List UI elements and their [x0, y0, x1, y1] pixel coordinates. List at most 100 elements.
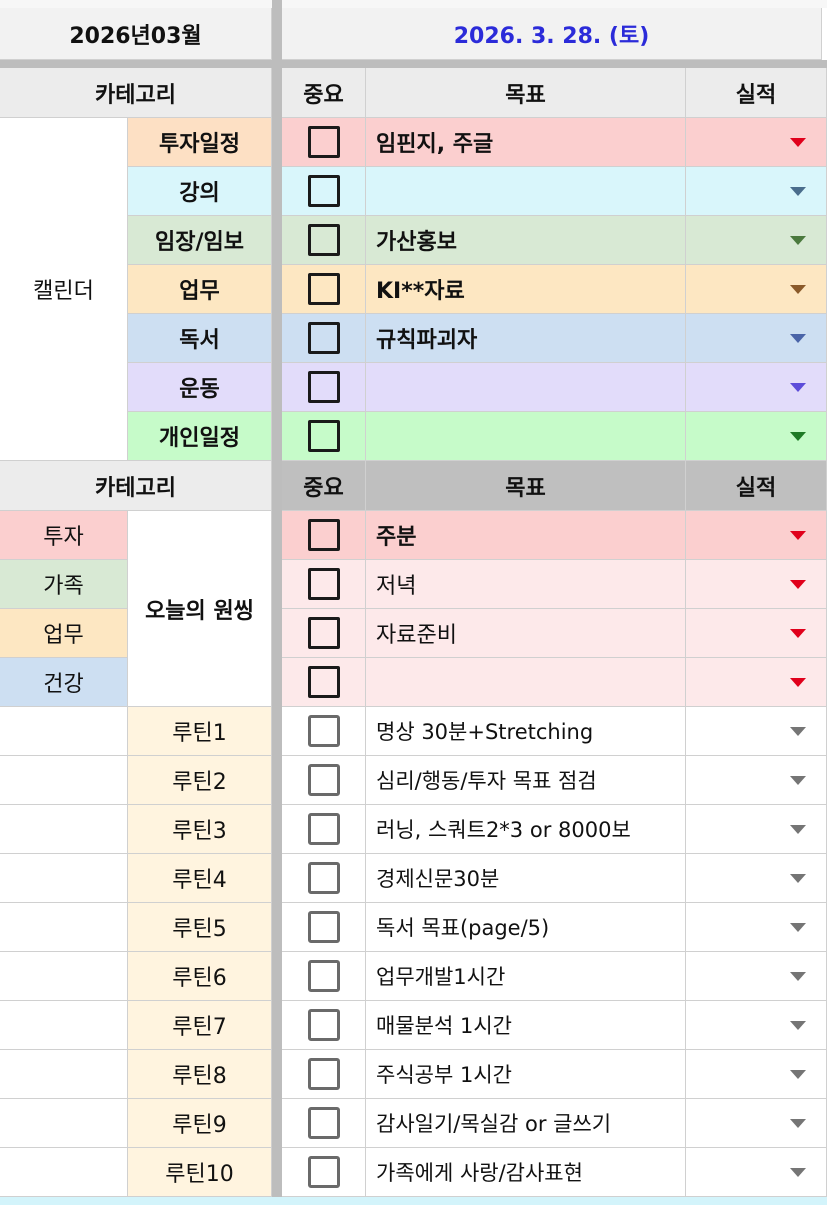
goal-cell[interactable] [366, 363, 686, 412]
importance-cell[interactable] [282, 805, 366, 854]
dropdown-arrow-icon [790, 1167, 806, 1177]
dropdown-arrow-icon [790, 431, 806, 441]
result-dropdown[interactable] [686, 609, 827, 658]
calendar-goal-header: 목표 [366, 68, 686, 118]
goal-cell[interactable]: 규칙파괴자 [366, 314, 686, 363]
routine-checkbox[interactable] [307, 1058, 340, 1090]
result-dropdown[interactable] [686, 216, 827, 265]
goal-cell[interactable]: 주분 [366, 511, 686, 560]
importance-cell[interactable] [282, 903, 366, 952]
result-dropdown[interactable] [686, 363, 827, 412]
routine-checkbox[interactable] [307, 813, 340, 845]
goal-cell[interactable]: 가산홍보 [366, 216, 686, 265]
dropdown-arrow-icon [790, 186, 806, 196]
result-dropdown[interactable] [686, 560, 827, 609]
calendar-category-label: 강의 [128, 167, 272, 216]
importance-cell[interactable] [282, 1001, 366, 1050]
bottom-strip [0, 1197, 827, 1205]
result-dropdown[interactable] [686, 854, 827, 903]
importance-cell[interactable] [282, 1148, 366, 1197]
importance-checkbox[interactable] [307, 126, 340, 158]
routine-checkbox[interactable] [307, 1107, 340, 1139]
result-dropdown[interactable] [686, 903, 827, 952]
importance-cell[interactable] [282, 118, 366, 167]
goal-cell[interactable]: 저녁 [366, 560, 686, 609]
routine-goal-cell[interactable]: 감사일기/목실감 or 글쓰기 [366, 1099, 686, 1148]
goal-cell[interactable] [366, 412, 686, 461]
result-dropdown[interactable] [686, 265, 827, 314]
goal-cell[interactable]: KI**자료 [366, 265, 686, 314]
result-dropdown[interactable] [686, 1099, 827, 1148]
importance-cell[interactable] [282, 952, 366, 1001]
routine-goal-cell[interactable]: 가족에게 사랑/감사표현 [366, 1148, 686, 1197]
result-dropdown[interactable] [686, 952, 827, 1001]
routine-goal-cell[interactable]: 명상 30분+Stretching [366, 707, 686, 756]
result-dropdown[interactable] [686, 1001, 827, 1050]
importance-cell[interactable] [282, 412, 366, 461]
importance-checkbox[interactable] [307, 273, 340, 305]
importance-cell[interactable] [282, 265, 366, 314]
routine-goal-cell[interactable]: 독서 목표(page/5) [366, 903, 686, 952]
routine-checkbox[interactable] [307, 1009, 340, 1041]
result-dropdown[interactable] [686, 805, 827, 854]
routine-blank-cell [0, 756, 128, 805]
routine-goal-cell[interactable]: 경제신문30분 [366, 854, 686, 903]
goal-cell[interactable]: 임핀지, 주글 [366, 118, 686, 167]
routine-goal-cell[interactable]: 주식공부 1시간 [366, 1050, 686, 1099]
routine-label: 루틴10 [128, 1148, 272, 1197]
routine-blank-cell [0, 1148, 128, 1197]
routine-blank-cell [0, 707, 128, 756]
importance-cell[interactable] [282, 1050, 366, 1099]
routine-label: 루틴3 [128, 805, 272, 854]
result-dropdown[interactable] [686, 412, 827, 461]
importance-cell[interactable] [282, 363, 366, 412]
routine-checkbox[interactable] [307, 862, 340, 894]
importance-cell[interactable] [282, 511, 366, 560]
importance-checkbox[interactable] [307, 175, 340, 207]
month-label[interactable]: 2026년03월 [0, 8, 272, 60]
routine-blank-cell [0, 1001, 128, 1050]
importance-cell[interactable] [282, 658, 366, 707]
importance-cell[interactable] [282, 756, 366, 805]
result-dropdown[interactable] [686, 707, 827, 756]
routine-checkbox[interactable] [307, 715, 340, 747]
header-divider [0, 60, 827, 68]
result-dropdown[interactable] [686, 167, 827, 216]
result-dropdown[interactable] [686, 511, 827, 560]
result-dropdown[interactable] [686, 1050, 827, 1099]
importance-cell[interactable] [282, 216, 366, 265]
routine-checkbox[interactable] [307, 764, 340, 796]
importance-cell[interactable] [282, 707, 366, 756]
importance-checkbox[interactable] [307, 568, 340, 600]
importance-checkbox[interactable] [307, 617, 340, 649]
goal-cell[interactable] [366, 658, 686, 707]
importance-cell[interactable] [282, 1099, 366, 1148]
date-label[interactable]: 2026. 3. 28. (토) [282, 8, 822, 60]
importance-checkbox[interactable] [307, 371, 340, 403]
importance-checkbox[interactable] [307, 666, 340, 698]
routine-checkbox[interactable] [307, 960, 340, 992]
routine-goal-cell[interactable]: 심리/행동/투자 목표 점검 [366, 756, 686, 805]
result-dropdown[interactable] [686, 658, 827, 707]
routine-goal-cell[interactable]: 매물분석 1시간 [366, 1001, 686, 1050]
importance-checkbox[interactable] [307, 420, 340, 452]
importance-cell[interactable] [282, 854, 366, 903]
result-dropdown[interactable] [686, 1148, 827, 1197]
importance-cell[interactable] [282, 314, 366, 363]
routine-checkbox[interactable] [307, 1156, 340, 1188]
dropdown-arrow-icon [790, 873, 806, 883]
importance-checkbox[interactable] [307, 519, 340, 551]
importance-checkbox[interactable] [307, 322, 340, 354]
result-dropdown[interactable] [686, 314, 827, 363]
routine-checkbox[interactable] [307, 911, 340, 943]
result-dropdown[interactable] [686, 756, 827, 805]
result-dropdown[interactable] [686, 118, 827, 167]
routine-goal-cell[interactable]: 업무개발1시간 [366, 952, 686, 1001]
routine-goal-cell[interactable]: 러닝, 스쿼트2*3 or 8000보 [366, 805, 686, 854]
importance-cell[interactable] [282, 167, 366, 216]
goal-cell[interactable] [366, 167, 686, 216]
goal-cell[interactable]: 자료준비 [366, 609, 686, 658]
importance-checkbox[interactable] [307, 224, 340, 256]
importance-cell[interactable] [282, 609, 366, 658]
importance-cell[interactable] [282, 560, 366, 609]
